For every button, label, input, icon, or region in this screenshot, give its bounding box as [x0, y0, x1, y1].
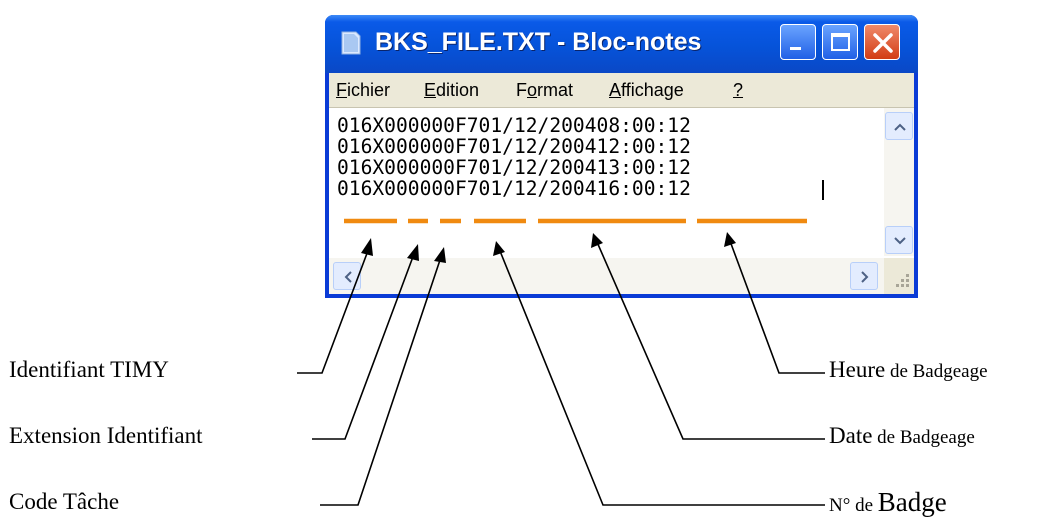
- label-date-badgeage: Date de Badgeage: [829, 423, 975, 448]
- arrowhead: [361, 238, 373, 256]
- label-numero-badge: N° de Badge: [829, 487, 947, 517]
- leader-code-tache: [320, 256, 442, 506]
- label-extension-identifiant: Extension Identifiant: [9, 423, 203, 448]
- leader-heure: [729, 240, 825, 374]
- leader-badge: [499, 250, 825, 506]
- label-code-tache: Code Tâche: [9, 489, 120, 514]
- leader-date: [596, 241, 825, 440]
- arrowhead: [724, 232, 736, 247]
- arrowhead: [591, 233, 603, 248]
- arrowhead: [493, 241, 505, 256]
- leader-lines: [297, 240, 825, 506]
- label-heure-badgeage: Heure de Badgeage: [829, 357, 988, 382]
- arrowhead: [407, 244, 419, 261]
- arrowheads: [361, 232, 736, 263]
- label-identifiant-timy: Identifiant TIMY: [9, 357, 169, 382]
- leader-extension: [312, 253, 415, 440]
- arrowhead: [434, 247, 446, 263]
- leader-identifiant: [297, 247, 370, 374]
